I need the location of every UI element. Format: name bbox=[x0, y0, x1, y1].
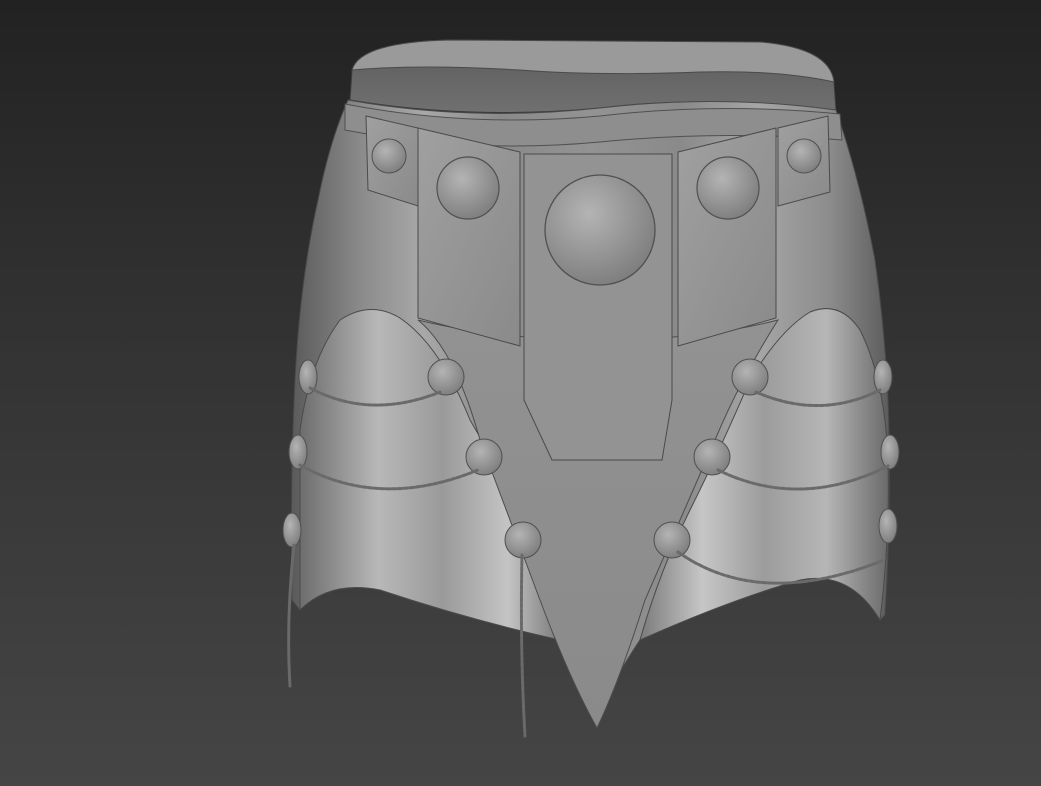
stud bbox=[880, 434, 900, 470]
chain bbox=[287, 543, 296, 688]
stud bbox=[427, 358, 465, 396]
3d-viewport[interactable] bbox=[0, 0, 1041, 786]
flap-center-medallion bbox=[544, 174, 656, 286]
skirt-model bbox=[282, 39, 900, 738]
stud bbox=[282, 512, 302, 548]
stud bbox=[878, 508, 898, 544]
belt-tab-right-stud bbox=[786, 138, 822, 174]
stud bbox=[288, 434, 308, 470]
stud bbox=[873, 359, 893, 395]
belt-tab-left-stud bbox=[371, 138, 407, 174]
flap-right-medallion bbox=[696, 156, 760, 220]
stud bbox=[731, 358, 769, 396]
stud bbox=[653, 521, 691, 559]
flap-left-medallion bbox=[436, 156, 500, 220]
stud bbox=[693, 438, 731, 476]
stud bbox=[465, 438, 503, 476]
stud bbox=[504, 521, 542, 559]
